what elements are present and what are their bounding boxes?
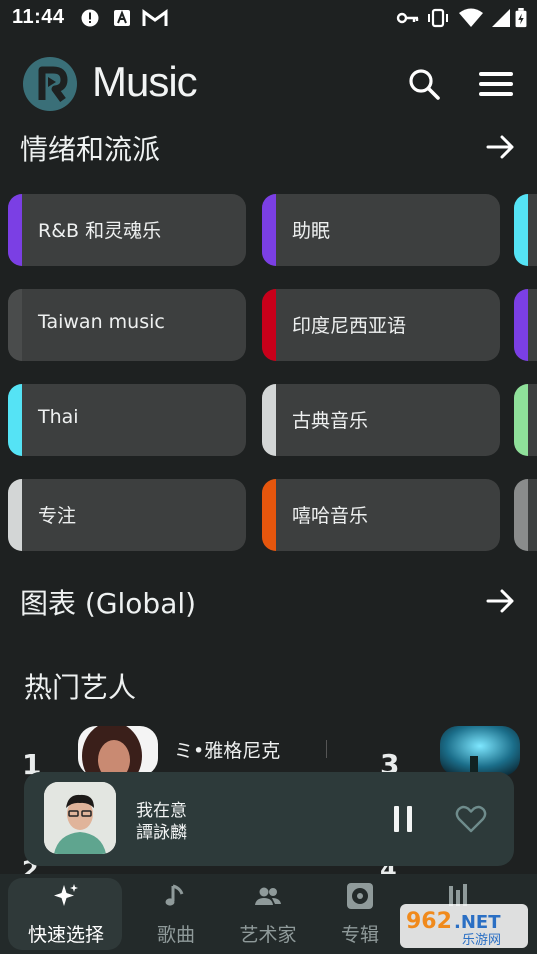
artists-section-title: 热门艺人 [24, 671, 137, 704]
vibrate-icon [428, 8, 448, 28]
nav-item-songs[interactable]: 歌曲 [130, 874, 222, 954]
nav-label: 专辑 [340, 924, 379, 946]
genre-card-peek[interactable] [514, 194, 537, 266]
watermark-logo: 962 .NET 乐游网 [400, 904, 528, 948]
genre-card[interactable]: R&B 和灵魂乐 [8, 194, 246, 266]
genre-label: Thai [38, 406, 79, 428]
people-icon [255, 887, 281, 905]
moods-arrow-right-icon[interactable] [484, 130, 518, 164]
nav-label: 歌曲 [156, 924, 195, 946]
genre-color-bar [262, 194, 276, 266]
watermark-sub: 乐游网 [462, 933, 501, 948]
genre-color-bar [262, 384, 276, 456]
genre-card[interactable]: 古典音乐 [262, 384, 500, 456]
genre-card[interactable]: Taiwan music [8, 289, 246, 361]
genre-color-bar [262, 289, 276, 361]
genre-card[interactable]: 专注 [8, 479, 246, 551]
genre-card-peek[interactable] [514, 384, 537, 456]
now-playing-cover [44, 782, 116, 854]
nav-item-quick-picks[interactable]: 快速选择 [20, 874, 112, 954]
genre-label: 专注 [38, 505, 77, 527]
nav-item-albums[interactable]: 专辑 [314, 874, 406, 954]
genre-label: 古典音乐 [292, 410, 369, 432]
genre-color-bar [8, 384, 22, 456]
genre-label: 嘻哈音乐 [292, 505, 369, 527]
nav-label: 快速选择 [27, 924, 104, 946]
genre-color-bar [8, 479, 22, 551]
wifi-icon [459, 8, 483, 27]
key-icon [396, 12, 419, 24]
genre-card[interactable]: Thai [8, 384, 246, 456]
genre-color-bar [262, 479, 276, 551]
svg-text:962: 962 [406, 909, 452, 934]
genre-card-peek[interactable] [514, 289, 537, 361]
sparkle-icon [54, 884, 78, 906]
search-icon[interactable] [404, 64, 444, 104]
genre-label: R&B 和灵魂乐 [38, 220, 162, 242]
nav-item-artists[interactable]: 艺术家 [222, 874, 314, 954]
album-icon [347, 883, 373, 909]
artist-name[interactable]: ミ•雅格尼克 [174, 736, 280, 763]
app-logo-icon [23, 57, 77, 111]
app-title: Music [92, 58, 198, 105]
pause-icon[interactable] [388, 802, 418, 836]
genre-color-bar [8, 289, 22, 361]
battery-icon [515, 8, 527, 28]
moods-section-title: 情绪和流派 [20, 133, 161, 166]
genre-color-bar [514, 479, 528, 551]
mini-player[interactable]: 我在意 譚詠麟 [24, 772, 514, 866]
artist-photo[interactable] [440, 726, 520, 776]
artist-photo[interactable] [78, 726, 158, 776]
heart-icon[interactable] [454, 802, 488, 836]
status-bar: 11:44 [0, 0, 537, 36]
alert-icon [81, 9, 99, 27]
app-bar: Music [0, 52, 537, 116]
charts-section-title: 图表 (Global) [20, 587, 197, 620]
divider [326, 740, 327, 758]
genre-color-bar [514, 384, 528, 456]
signal-icon [492, 9, 510, 27]
genre-card[interactable]: 助眠 [262, 194, 500, 266]
music-note-icon [165, 884, 184, 906]
genre-label: 印度尼西亚语 [292, 315, 407, 337]
genre-color-bar [8, 194, 22, 266]
genre-card-peek[interactable] [514, 479, 537, 551]
charts-arrow-right-icon[interactable] [484, 584, 518, 618]
gmail-icon [142, 9, 168, 26]
nav-label: 艺术家 [239, 924, 297, 946]
genre-card[interactable]: 嘻哈音乐 [262, 479, 500, 551]
now-playing-artist: 譚詠麟 [136, 823, 187, 843]
menu-icon[interactable] [476, 64, 516, 104]
genre-color-bar [514, 194, 528, 266]
genre-label: 助眠 [292, 220, 331, 242]
svg-text:.NET: .NET [454, 912, 501, 933]
status-time: 11:44 [12, 6, 65, 28]
genre-color-bar [514, 289, 528, 361]
genre-card[interactable]: 印度尼西亚语 [262, 289, 500, 361]
genre-label: Taiwan music [38, 311, 165, 333]
app-a-icon [114, 10, 130, 26]
